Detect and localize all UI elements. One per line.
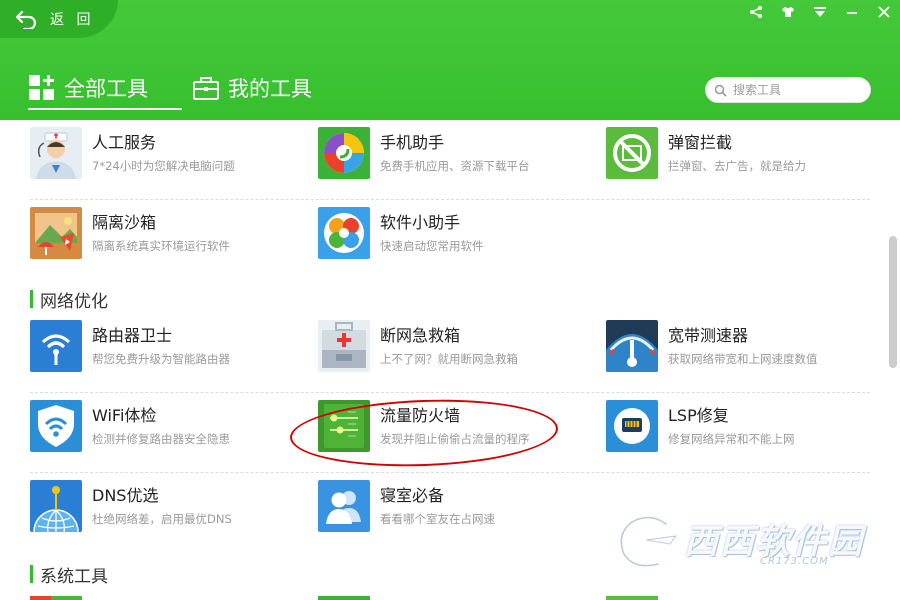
toolbox-icon	[193, 77, 219, 100]
close-icon	[878, 6, 890, 18]
tools-window: 返 回 全部工具 我的工具 搜索工具 人工服务 7*24小时为您解决电脑问题 手…	[0, 0, 900, 600]
tool-desc: 发现并阻止偷偷占流量的程序	[380, 432, 530, 446]
window-controls	[740, 0, 900, 24]
tool-wifi-check[interactable]: WiFi体检 检测并修复路由器安全隐患	[30, 400, 300, 454]
tool-desc: 7*24小时为您解决电脑问题	[92, 159, 235, 173]
tool-dns-optimize[interactable]: DNS优选 杜绝网络差，启用最优DNS	[30, 480, 300, 534]
lsp-repair-icon	[606, 400, 658, 452]
tool-name: 寝室必备	[380, 486, 445, 505]
popup-blocker-icon	[606, 127, 658, 179]
tool-software-helper[interactable]: 软件小助手 快速启动您常用软件	[318, 207, 588, 261]
back-label: 返 回	[50, 12, 95, 28]
tool-desc: 杜绝网络差，启用最优DNS	[92, 512, 232, 526]
scrollbar-thumb[interactable]	[889, 236, 897, 368]
section-marker	[30, 290, 33, 308]
tool-name: 弹窗拦截	[668, 133, 733, 152]
tool-desc: 免费手机应用、资源下载平台	[380, 159, 530, 173]
search-icon	[714, 84, 727, 97]
tool-customer-service[interactable]: 人工服务 7*24小时为您解决电脑问题	[30, 127, 300, 181]
first-aid-kit-icon	[318, 320, 370, 372]
minimize-icon	[847, 12, 857, 14]
tool-name: 宽带测速器	[668, 326, 749, 345]
section-title: 网络优化	[40, 291, 108, 312]
tool-name: 手机助手	[380, 133, 445, 152]
tool-dorm-essential[interactable]: 寝室必备 看看哪个室友在占网速	[318, 480, 588, 534]
section-system: 系统工具	[30, 562, 108, 587]
tool-desc: 看看哪个室友在占网速	[380, 512, 495, 526]
tool-phone-assistant[interactable]: 手机助手 免费手机应用、资源下载平台	[318, 127, 588, 181]
tab-all-tools[interactable]: 全部工具	[28, 68, 182, 110]
customer-service-icon	[30, 127, 82, 179]
tool-name: WiFi体检	[92, 406, 157, 425]
tool-popup-blocker[interactable]: 弹窗拦截 拦弹窗、去广告，就是给力	[606, 127, 876, 181]
tool-desc: 修复网络异常和不能上网	[668, 432, 795, 446]
tool-name: 流量防火墙	[380, 406, 461, 425]
tool-desc: 上不了网？就用断网急救箱	[380, 352, 518, 366]
tool-row: 隔离沙箱 隔离系统真实环境运行软件 软件小助手 快速启动您常用软件	[30, 200, 870, 280]
section-title: 系统工具	[40, 566, 108, 587]
tool-name: 人工服务	[92, 133, 157, 152]
partial-tool-icon	[318, 596, 370, 600]
wifi-check-icon	[30, 400, 82, 452]
partial-tool-icon	[606, 596, 658, 600]
header-bar: 返 回 全部工具 我的工具 搜索工具	[0, 0, 900, 120]
search-box	[705, 77, 871, 103]
tab-mine-label: 我的工具	[228, 77, 312, 101]
tool-name: 隔离沙箱	[92, 213, 157, 232]
tool-row: WiFi体检 检测并修复路由器安全隐患 流量防火墙 发现并阻止偷偷占流量的程序	[30, 393, 870, 473]
tool-lsp-repair[interactable]: LSP修复 修复网络异常和不能上网	[606, 400, 876, 454]
tool-row: 路由器卫士 帮您免费升级为智能路由器 断网急救箱 上不了网？就用断网急救箱 宽带…	[30, 313, 870, 393]
tool-row: DNS优选 杜绝网络差，启用最优DNS 寝室必备 看看哪个室友在占网速	[30, 473, 870, 553]
back-button[interactable]: 返 回	[0, 0, 118, 38]
tool-desc: 帮您免费升级为智能路由器	[92, 352, 230, 366]
tool-name: 断网急救箱	[380, 326, 461, 345]
router-guard-icon	[30, 320, 82, 372]
partial-tool-icon	[30, 596, 82, 600]
tab-all-label: 全部工具	[64, 77, 148, 101]
menu-icon	[814, 7, 826, 17]
grid-plus-icon	[29, 75, 54, 100]
tool-speed-tester[interactable]: 宽带测速器 获取网络带宽和上网速度数值	[606, 320, 876, 374]
tab-bar: 全部工具 我的工具	[28, 68, 312, 112]
skin-button[interactable]	[772, 0, 804, 24]
tools-list: 人工服务 7*24小时为您解决电脑问题 手机助手 免费手机应用、资源下载平台 弹…	[0, 120, 900, 600]
tool-desc: 获取网络带宽和上网速度数值	[668, 352, 818, 366]
search-input[interactable]	[733, 83, 863, 97]
speedometer-icon	[606, 320, 658, 372]
back-arrow-icon	[15, 10, 37, 29]
close-button[interactable]	[868, 0, 900, 24]
tool-name: LSP修复	[668, 406, 729, 425]
share-icon	[750, 6, 762, 18]
tool-desc: 隔离系统真实环境运行软件	[92, 239, 230, 253]
phone-assistant-icon	[318, 127, 370, 179]
sandbox-icon	[30, 207, 82, 259]
roommates-icon	[318, 480, 370, 532]
menu-button[interactable]	[804, 0, 836, 24]
dns-globe-icon	[30, 480, 82, 532]
tool-name: DNS优选	[92, 486, 159, 505]
tool-desc: 快速启动您常用软件	[380, 239, 484, 253]
tool-desc: 检测并修复路由器安全隐患	[92, 432, 230, 446]
tool-sandbox[interactable]: 隔离沙箱 隔离系统真实环境运行软件	[30, 207, 300, 261]
tool-traffic-firewall[interactable]: 流量防火墙 发现并阻止偷偷占流量的程序	[318, 400, 588, 454]
tool-first-aid-kit[interactable]: 断网急救箱 上不了网？就用断网急救箱	[318, 320, 588, 374]
section-marker	[30, 565, 33, 583]
section-network: 网络优化	[30, 287, 108, 312]
share-button[interactable]	[740, 0, 772, 24]
tool-router-guard[interactable]: 路由器卫士 帮您免费升级为智能路由器	[30, 320, 300, 374]
tool-desc: 拦弹窗、去广告，就是给力	[668, 159, 806, 173]
minimize-button[interactable]	[836, 0, 868, 24]
tool-name: 路由器卫士	[92, 326, 173, 345]
traffic-firewall-icon	[318, 400, 370, 452]
tshirt-icon	[782, 7, 794, 17]
tab-my-tools[interactable]: 我的工具	[192, 68, 312, 108]
software-helper-icon	[318, 207, 370, 259]
tool-row: 人工服务 7*24小时为您解决电脑问题 手机助手 免费手机应用、资源下载平台 弹…	[30, 120, 870, 200]
tool-name: 软件小助手	[380, 213, 461, 232]
